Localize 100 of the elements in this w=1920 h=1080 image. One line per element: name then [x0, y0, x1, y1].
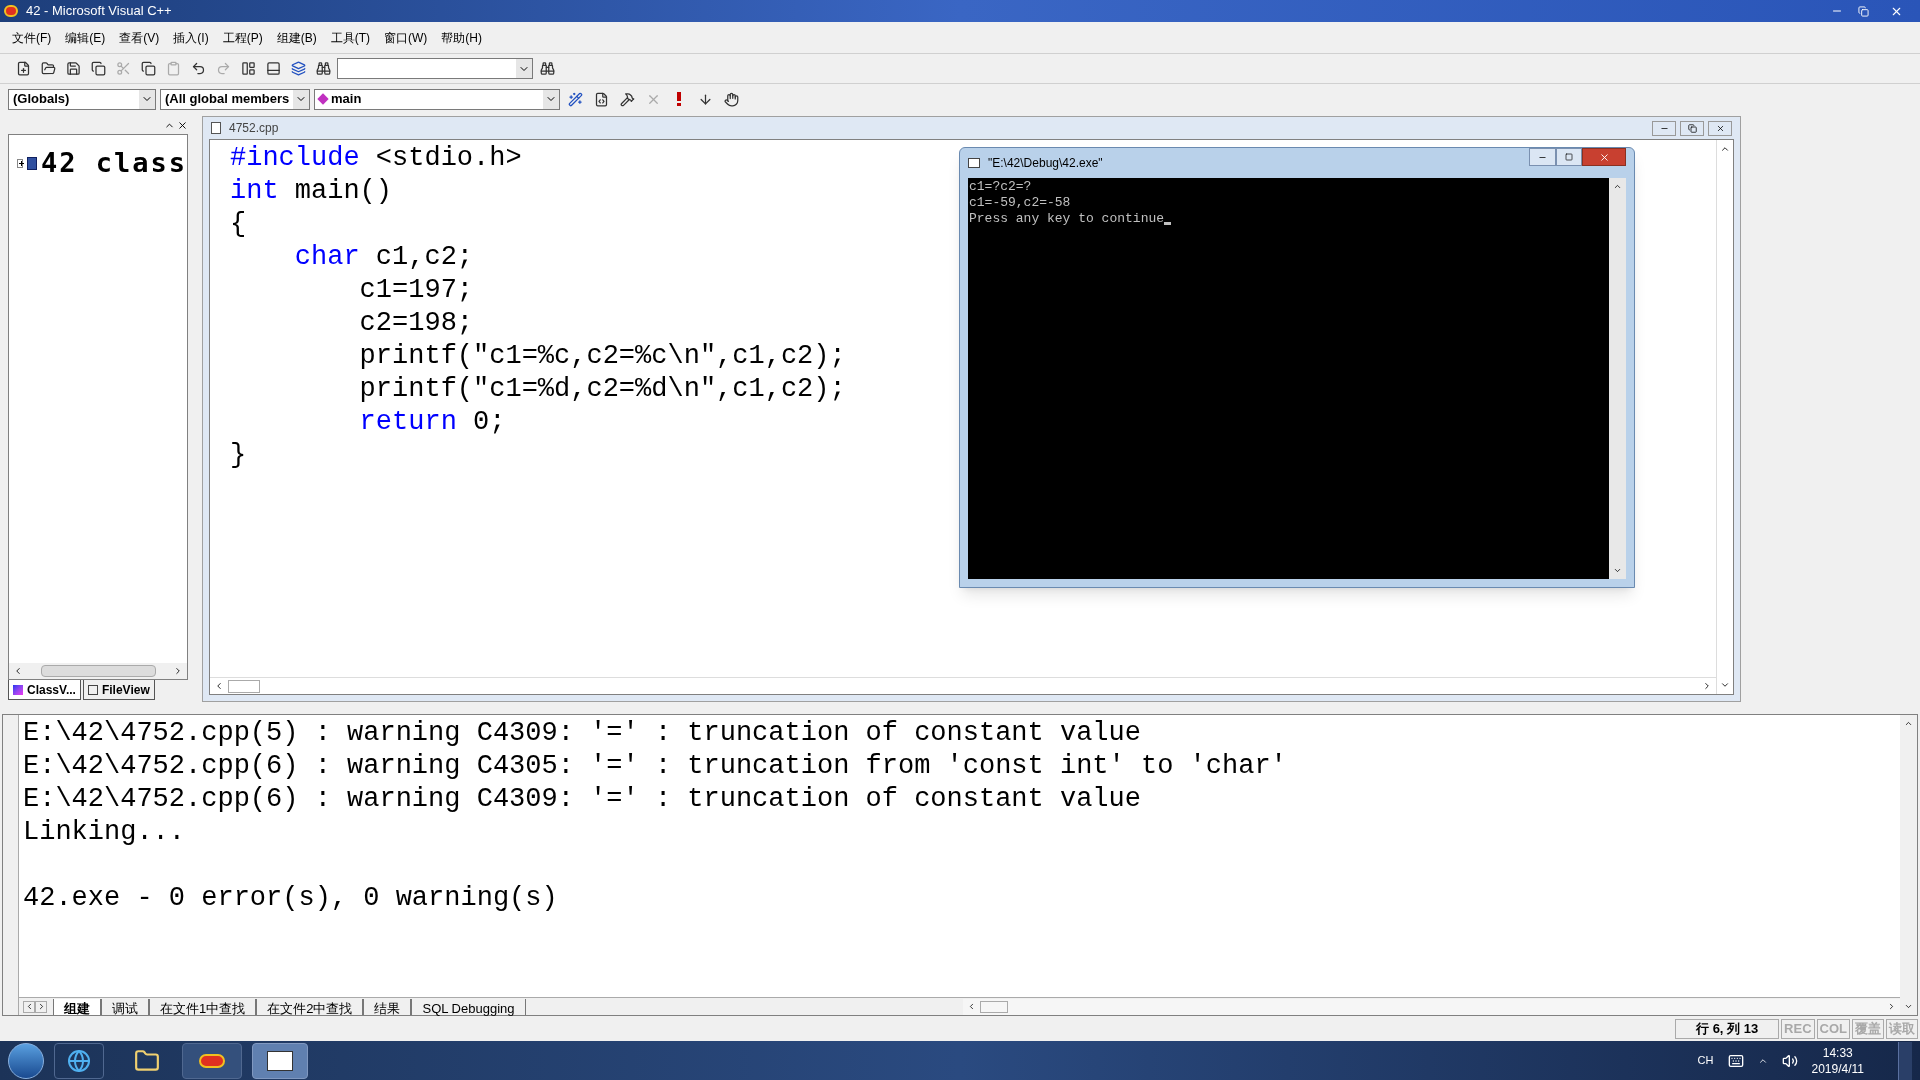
- wizard-action-icon[interactable]: [567, 91, 583, 107]
- keyboard-icon[interactable]: [1727, 1052, 1744, 1069]
- panel-gripper[interactable]: [3, 715, 19, 1015]
- console-app-icon[interactable]: [267, 1050, 293, 1071]
- console-title: "E:\42\Debug\42.exe": [988, 155, 1103, 172]
- input-language[interactable]: CH: [1697, 1052, 1714, 1069]
- scroll-down-icon: [1904, 1002, 1913, 1011]
- function-combo[interactable]: main: [314, 88, 560, 110]
- menu-item[interactable]: 窗口(W): [384, 28, 428, 47]
- new-file-icon[interactable]: [15, 61, 31, 76]
- output-line: E:\42\4752.cpp(6) : warning C4309: '=' : truncation of constant value: [23, 783, 1141, 816]
- output-window-icon[interactable]: [265, 61, 281, 76]
- close-icon[interactable]: [1715, 123, 1725, 133]
- scroll-up-icon: [1613, 182, 1622, 191]
- vertical-scrollbar[interactable]: [1900, 715, 1917, 1015]
- output-tab[interactable]: 组建: [53, 998, 101, 1015]
- class-icon: [27, 156, 37, 170]
- output-tab[interactable]: 调试: [101, 998, 149, 1015]
- menu-item[interactable]: 编辑(E): [65, 28, 106, 47]
- go-icon[interactable]: [697, 91, 713, 107]
- code-line: }: [230, 439, 247, 472]
- horizontal-scrollbar[interactable]: [9, 663, 187, 679]
- menu-item[interactable]: 插入(I): [173, 28, 209, 47]
- menu-item[interactable]: 帮助(H): [441, 28, 482, 47]
- scroll-down-icon: [1720, 680, 1730, 690]
- search-icon[interactable]: [539, 61, 555, 76]
- console-output-line: Press any key to continue: [969, 211, 1165, 227]
- status-indicator: COL: [1816, 1018, 1850, 1039]
- windows-icon[interactable]: [290, 61, 306, 76]
- members-combo[interactable]: (All global members: [160, 88, 310, 110]
- scope-combo[interactable]: (Globals): [8, 88, 156, 110]
- code-line: {: [230, 208, 247, 241]
- volume-icon[interactable]: [1781, 1052, 1798, 1069]
- menu-item[interactable]: 工具(T): [330, 28, 370, 47]
- horizontal-scrollbar[interactable]: [963, 998, 1900, 1015]
- execute-icon[interactable]: [677, 92, 681, 106]
- code-line: char c1,c2;: [293, 241, 474, 274]
- window-title: 42 - Microsoft Visual C++: [26, 2, 172, 21]
- code-line: printf("c1=%c,c2=%c\n",c1,c2);: [358, 340, 846, 373]
- menu-item[interactable]: 组建(B): [276, 28, 317, 47]
- undo-icon[interactable]: [190, 61, 206, 76]
- restore-icon[interactable]: [1857, 5, 1869, 17]
- console-icon: [968, 158, 980, 168]
- expand-icon[interactable]: [17, 158, 24, 168]
- output-tab[interactable]: 在文件1中查找: [149, 998, 257, 1015]
- code-line: return 0;: [358, 406, 506, 439]
- clock-time[interactable]: 14:33: [1822, 1044, 1853, 1061]
- start-button[interactable]: [8, 1042, 44, 1079]
- scroll-right-icon: [1887, 1002, 1896, 1011]
- output-line: E:\42\4752.cpp(6) : warning C4305: '=' : truncation from 'const int' to 'char': [23, 750, 1287, 783]
- code-line: c1=197;: [358, 274, 474, 307]
- console-output-line: c1=?c2=?: [969, 179, 1032, 195]
- horizontal-scrollbar[interactable]: [210, 677, 1716, 694]
- folder-icon[interactable]: [134, 1047, 160, 1074]
- console-output-line: c1=-59,c2=-58: [969, 195, 1071, 211]
- cursor-icon: [1164, 222, 1172, 225]
- browser-icon[interactable]: [67, 1048, 91, 1073]
- cursor-position: 行 6, 列 13: [1675, 1018, 1780, 1039]
- save-all-icon[interactable]: [90, 61, 106, 76]
- workspace-tab[interactable]: FileView: [82, 680, 155, 700]
- output-line: 42.exe - 0 error(s), 0 warning(s): [23, 882, 558, 915]
- find-in-files-icon[interactable]: [315, 61, 331, 76]
- output-tab[interactable]: 结果: [363, 998, 412, 1015]
- vertical-scrollbar[interactable]: [1609, 178, 1626, 579]
- restore-icon[interactable]: [1687, 123, 1697, 133]
- status-indicator: 覆盖: [1852, 1018, 1884, 1039]
- build-icon[interactable]: [619, 91, 635, 107]
- clock-date[interactable]: 2019/4/11: [1811, 1060, 1864, 1077]
- hand-icon[interactable]: [723, 91, 739, 107]
- output-tab[interactable]: 在文件2中查找: [256, 998, 364, 1015]
- scroll-down-icon: [1613, 566, 1622, 575]
- scroll-right-icon: [1702, 681, 1712, 691]
- maximize-icon[interactable]: [1565, 153, 1573, 161]
- menu-item[interactable]: 工程(P): [222, 28, 263, 47]
- find-combo[interactable]: [337, 58, 533, 79]
- scroll-left-icon: [13, 666, 23, 676]
- close-icon[interactable]: [177, 120, 188, 131]
- status-indicator: REC: [1781, 1018, 1815, 1039]
- save-icon[interactable]: [65, 61, 81, 76]
- status-indicator: 读取: [1886, 1018, 1918, 1039]
- code-line: c2=198;: [358, 307, 474, 340]
- file-icon: [211, 122, 221, 134]
- output-tab[interactable]: SQL Debugging: [411, 998, 526, 1015]
- combo-value: main: [331, 90, 362, 109]
- open-folder-icon[interactable]: [40, 61, 56, 76]
- menu-item[interactable]: 查看(V): [119, 28, 160, 47]
- code-line: int main(): [230, 175, 393, 208]
- scroll-up-icon: [1720, 144, 1730, 154]
- workspace-tab[interactable]: ClassV...: [8, 680, 81, 700]
- scroll-up-icon: [1904, 719, 1913, 728]
- output-line: E:\42\4752.cpp(5) : warning C4309: '=' : truncation of constant value: [23, 717, 1141, 750]
- menu-item[interactable]: 文件(F): [12, 28, 52, 47]
- copy-icon[interactable]: [140, 61, 156, 76]
- compile-icon[interactable]: [593, 91, 609, 107]
- tree-item[interactable]: 42 class: [40, 143, 187, 184]
- app-logo-icon[interactable]: [199, 1053, 225, 1068]
- workspace-icon[interactable]: [240, 61, 256, 76]
- code-line: #include <stdio.h>: [230, 142, 522, 175]
- show-desktop-button[interactable]: [1898, 1041, 1912, 1080]
- scroll-left-icon: [967, 1002, 976, 1011]
